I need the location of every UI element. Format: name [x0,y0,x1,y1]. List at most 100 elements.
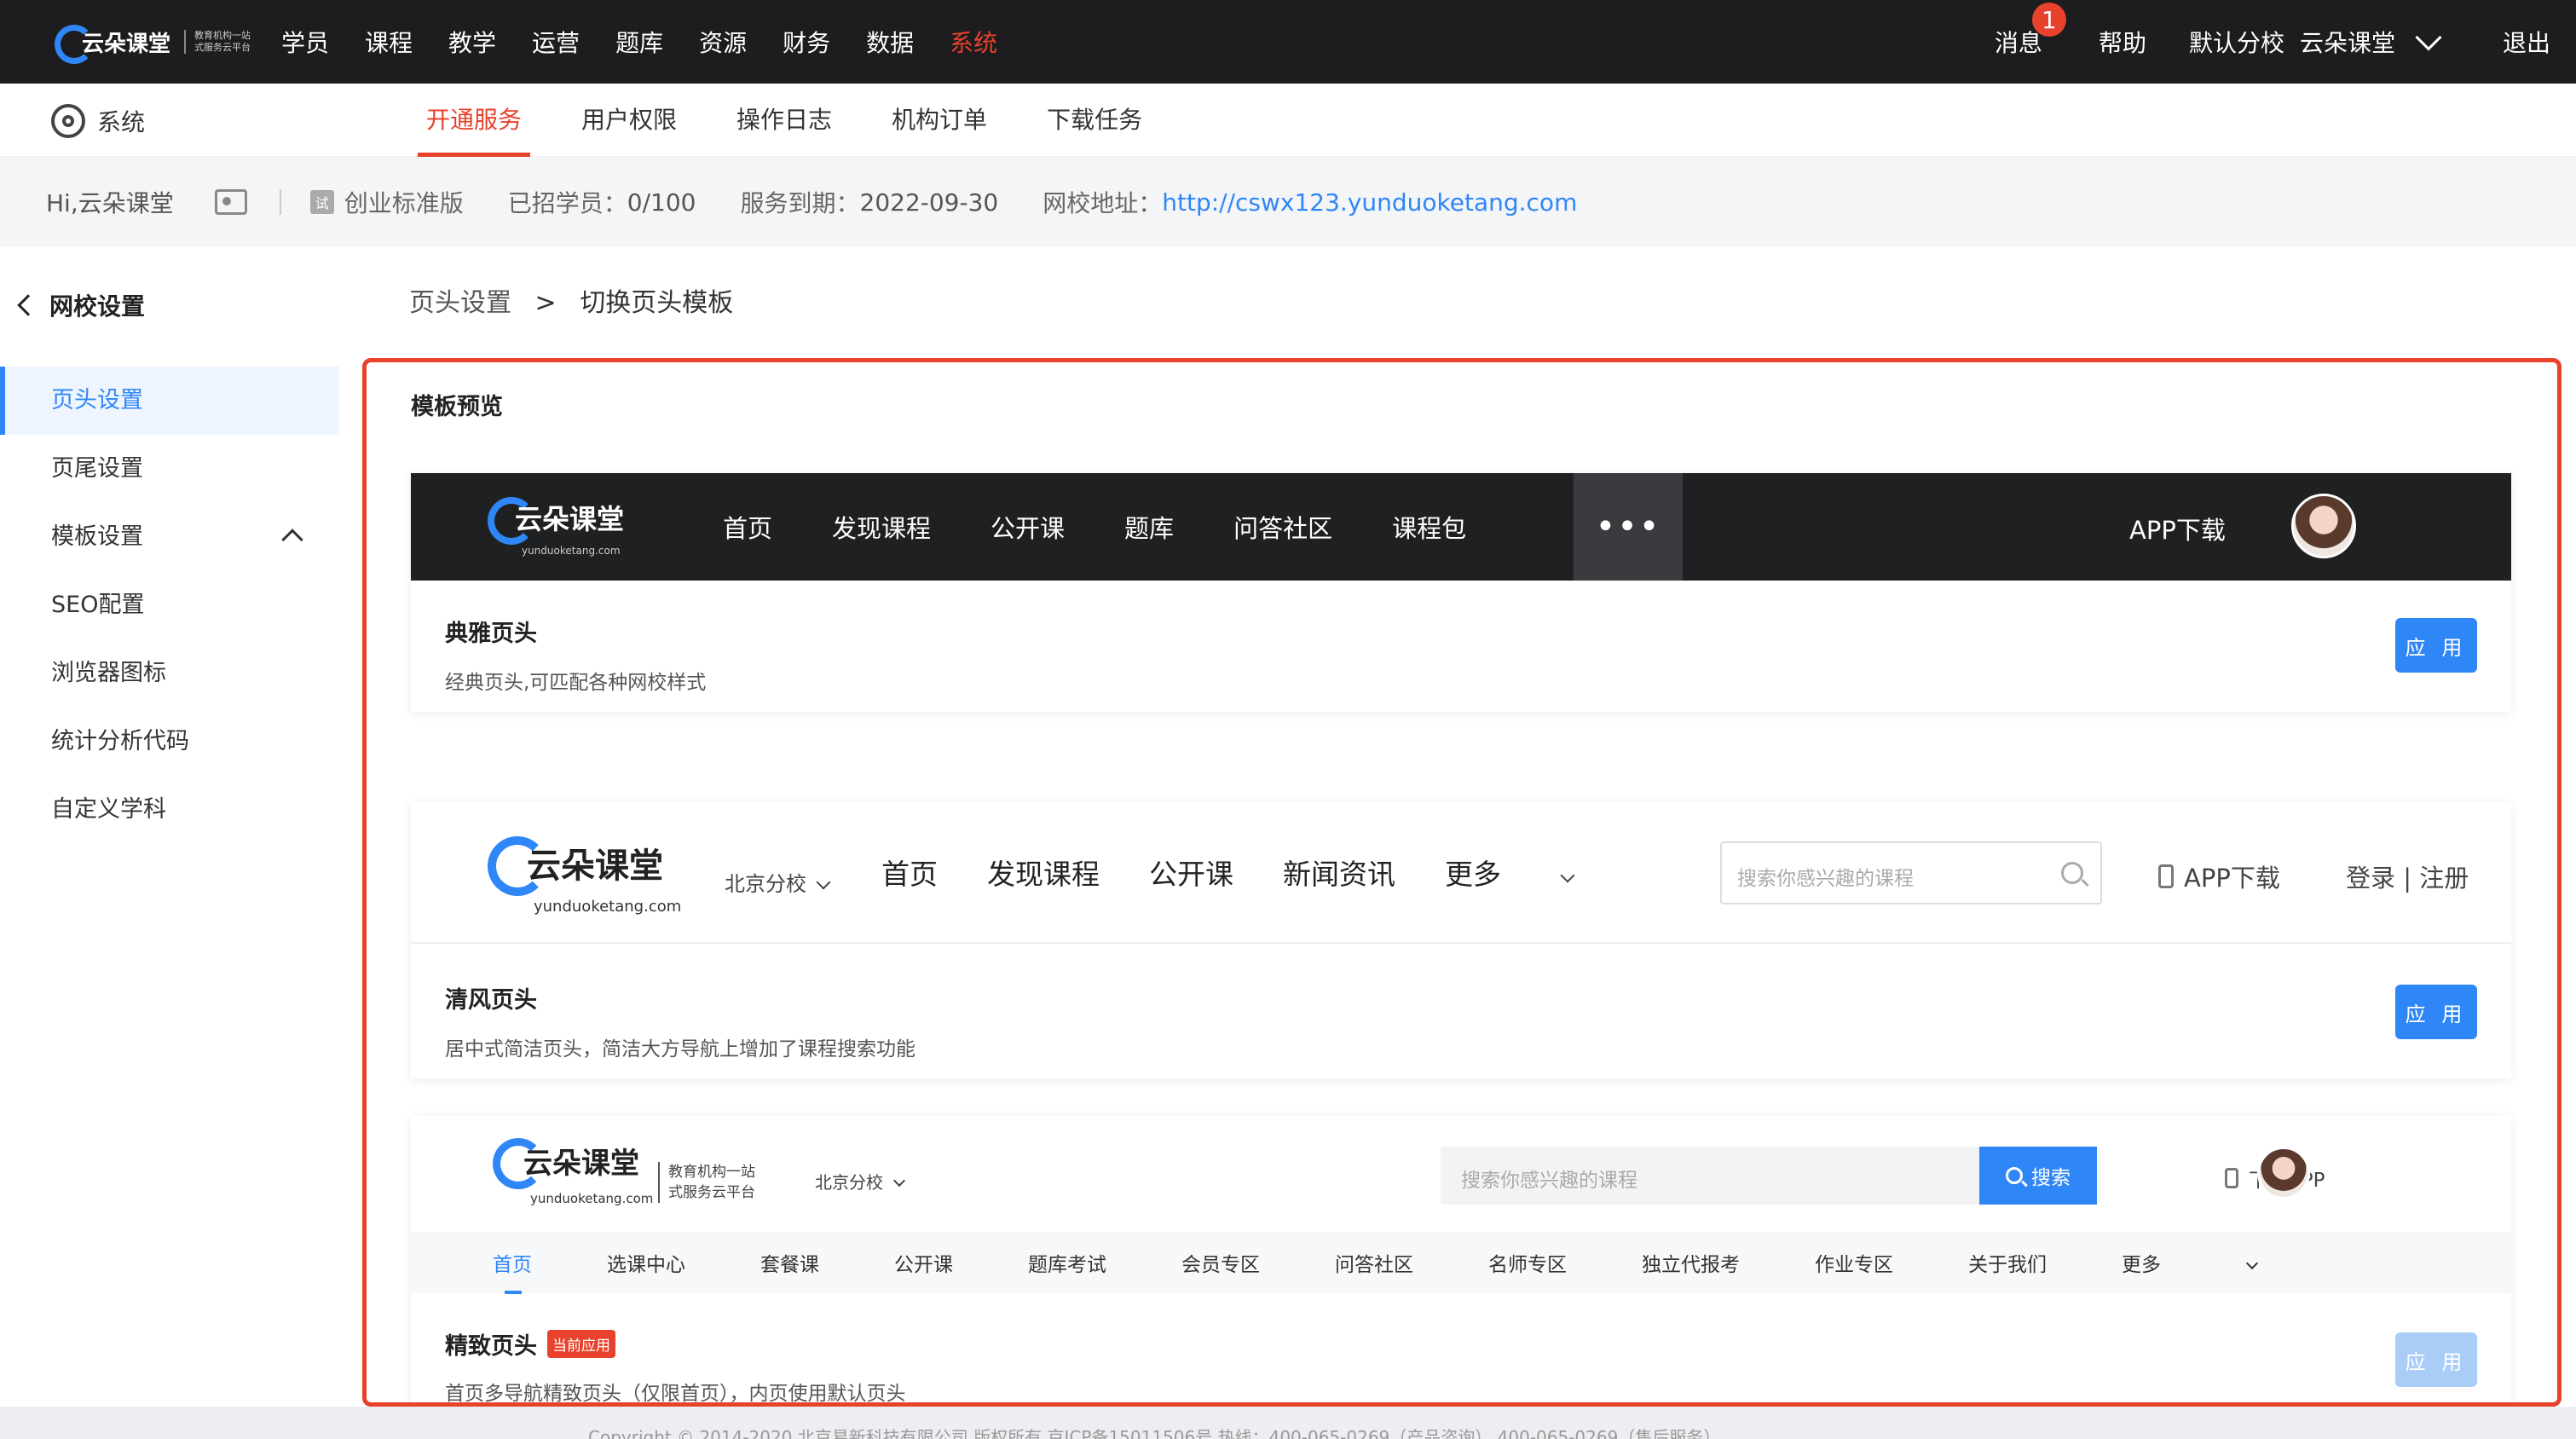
preview-nav-item: 发现课程 [832,514,932,543]
current-applied-badge: 当前应用 [547,1330,615,1358]
apply-template-button[interactable]: 应 用 [2395,1332,2477,1387]
preview-nav-item: 公开课 [894,1254,953,1276]
template-preview-dark-header: 云朵课堂 yunduoketang.com 首页 发现课程 公开课 题库 问答社… [411,473,2511,581]
chevron-down-icon [816,875,831,890]
template-description: 居中式简洁页头，简洁大方导航上增加了课程搜索功能 [445,1038,915,1060]
preview-nav-item: 课程包 [1392,514,1467,543]
preview-title: 模板预览 [411,394,503,420]
tab-open-service[interactable]: 开通服务 [417,84,531,157]
preview-nav-item: 首页 [493,1248,532,1294]
preview-logo-domain: yunduoketang.com [534,898,682,916]
preview-app-download: APP下载 [2158,858,2280,894]
branch-selector[interactable]: 默认分校 [2189,25,2284,59]
template-card-elegant: 云朵课堂 yunduoketang.com 首页 发现课程 公开课 题库 问答社… [411,473,2511,712]
gear-icon [51,104,85,138]
preview-logo-name: 云朵课堂 [523,1146,639,1181]
breadcrumb: 页头设置 > 切换页头模板 [409,281,733,319]
sidebar-item-analytics-code[interactable]: 统计分析代码 [0,708,339,776]
messages-link[interactable]: 消息 1 [1995,3,2066,59]
template-card-exquisite: 云朵课堂 yunduoketang.com 教育机构一站 式服务云平台 北京分校… [411,1116,2511,1402]
sidebar-item-template-settings[interactable]: 模板设置 [0,503,339,571]
preview-nav: 首页 发现课程 公开课 题库 问答社区 课程包 [723,473,1526,581]
school-url-link[interactable]: http://cswx123.yunduoketang.com [1162,188,1577,217]
id-card-icon[interactable] [214,189,247,215]
preview-branch-selector: 北京分校 [725,867,831,897]
edition-text: 创业标准版 [344,189,464,217]
preview-logo-slogan: 教育机构一站 式服务云平台 [658,1162,755,1203]
menu-courses[interactable]: 课程 [365,25,413,59]
school-url-label: 网校地址： [1043,189,1163,217]
avatar [2257,1147,2310,1199]
apply-template-button[interactable]: 应 用 [2395,985,2477,1039]
sidebar-item-custom-subjects[interactable]: 自定义学科 [0,776,339,844]
preview-search-box: 搜索你感兴趣的课程 [1441,1147,1979,1205]
secondary-navbar: 系统 开通服务 用户权限 操作日志 机构订单 下载任务 [0,84,2576,157]
sidebar-item-favicon[interactable]: 浏览器图标 [0,639,339,708]
menu-students[interactable]: 学员 [281,25,329,59]
chevron-up-icon[interactable] [281,529,303,551]
help-link[interactable]: 帮助 [2099,25,2146,59]
preview-secondary-nav: 首页 选课中心 套餐课 公开课 题库考试 会员专区 问答社区 名师专区 独立代报… [411,1232,2511,1294]
menu-teaching[interactable]: 教学 [448,25,496,59]
preview-nav-item: 关于我们 [1968,1254,2047,1276]
school-selector[interactable]: 云朵课堂 [2300,25,2395,59]
preview-nav-item: 新闻资讯 [1283,858,1395,891]
menu-finance[interactable]: 财务 [783,25,830,59]
template-preview-multi-nav-header: 云朵课堂 yunduoketang.com 教育机构一站 式服务云平台 北京分校… [411,1116,2511,1294]
top-right-actions: 消息 1 帮助 默认分校 云朵课堂 退出 [1995,0,2576,84]
apply-template-button[interactable]: 应 用 [2395,618,2477,673]
menu-question-bank[interactable]: 题库 [615,25,663,59]
sidebar-item-header-settings[interactable]: 页头设置 [0,367,339,435]
menu-operations[interactable]: 运营 [532,25,580,59]
logout-link[interactable]: 退出 [2503,25,2550,59]
preview-nav-item: 发现课程 [987,858,1100,891]
students-value: 0/100 [627,188,696,217]
preview-branch-selector: 北京分校 [815,1169,906,1193]
expiry-label: 服务到期： [740,189,860,217]
preview-logo-name: 云朵课堂 [527,847,663,886]
preview-nav-item: 名师专区 [1488,1254,1567,1276]
sidebar-back-title[interactable]: 网校设置 [17,288,145,322]
expiry-value: 2022-09-30 [859,188,999,217]
preview-nav-item: 公开课 [1149,858,1233,891]
preview-nav-item: 套餐课 [760,1254,819,1276]
search-icon [2061,862,2083,884]
breadcrumb-separator: > [534,288,557,318]
breadcrumb-parent[interactable]: 页头设置 [409,288,511,318]
template-name: 典雅页头 [445,621,537,647]
preview-nav-item: 问答社区 [1335,1254,1413,1276]
brand-logo[interactable]: 云朵课堂 教育机构一站 式服务云平台 [51,12,256,72]
sidebar-item-footer-settings[interactable]: 页尾设置 [0,435,339,503]
tab-user-permissions[interactable]: 用户权限 [581,84,677,157]
chevron-down-icon[interactable] [2415,24,2442,51]
template-description: 经典页头,可匹配各种网校样式 [445,672,707,694]
template-preview-white-header: 云朵课堂 yunduoketang.com 北京分校 首页 发现课程 公开课 新… [411,802,2511,944]
more-dots-icon: ••• [1574,473,1683,581]
sidebar-item-seo[interactable]: SEO配置 [0,571,339,639]
menu-system[interactable]: 系统 [950,25,997,59]
breadcrumb-current: 切换页头模板 [580,288,734,318]
main-menu: 学员 课程 教学 运营 题库 资源 财务 数据 系统 [281,0,1033,84]
divider [279,189,281,215]
tab-operation-log[interactable]: 操作日志 [736,84,832,157]
template-name: 精致页头 当前应用 [445,1327,615,1361]
preview-app-download: APP下载 [2129,516,2226,545]
preview-nav-item: 问答社区 [1233,514,1333,543]
preview-login-register: 登录 | 注册 [2346,864,2469,893]
preview-nav-item: 会员专区 [1181,1254,1260,1276]
preview-search-box: 搜索你感兴趣的课程 [1720,841,2102,904]
logo-slogan: 教育机构一站 式服务云平台 [184,30,251,54]
preview-logo: 云朵课堂 yunduoketang.com [488,492,624,557]
menu-resources[interactable]: 资源 [699,25,747,59]
phone-icon [2158,864,2174,888]
preview-nav-item: 作业专区 [1815,1254,1893,1276]
system-section: 系统 [51,104,145,138]
tab-org-orders[interactable]: 机构订单 [892,84,987,157]
menu-data[interactable]: 数据 [866,25,914,59]
students-label: 已招学员： [507,189,627,217]
preview-logo: 云朵课堂 yunduoketang.com [488,831,681,916]
tab-download-tasks[interactable]: 下载任务 [1047,84,1142,157]
preview-nav: 首页 发现课程 公开课 新闻资讯 更多 [881,852,1672,893]
trial-tag: 试 [309,190,334,214]
preview-nav-item: 更多 [2122,1248,2331,1277]
